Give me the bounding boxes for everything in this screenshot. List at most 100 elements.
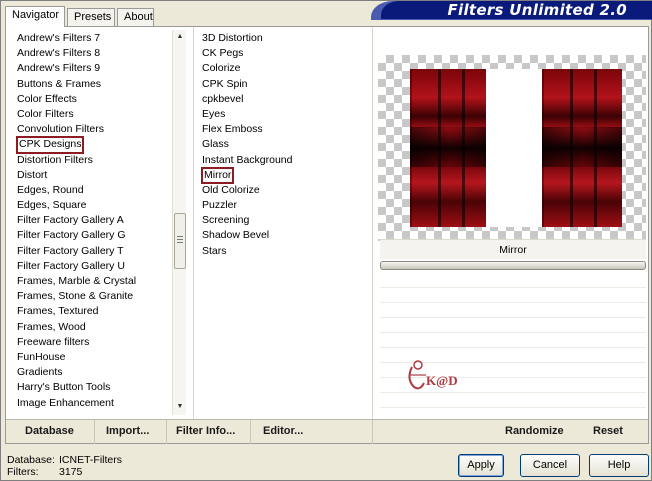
filter-item-label: Flex Emboss — [202, 123, 263, 136]
category-item-label: Andrew's Filters 9 — [17, 62, 101, 75]
category-item-label: Filter Factory Gallery U — [17, 259, 125, 272]
app-title: Filters Unlimited 2.0 — [447, 1, 627, 19]
scroll-thumb[interactable] — [174, 213, 186, 269]
tab-about[interactable]: About — [117, 8, 154, 26]
filter-item[interactable]: 3D Distortion — [200, 31, 360, 46]
parameter-label: Mirror — [380, 239, 646, 259]
category-item[interactable]: FunHouse — [15, 350, 175, 365]
parameter-slider[interactable] — [380, 261, 646, 270]
filter-item[interactable]: CK Pegs — [200, 46, 360, 61]
cancel-button[interactable]: Cancel — [520, 454, 580, 477]
category-item-label: Filter Factory Gallery A — [17, 214, 124, 227]
category-item-label: Frames, Stone & Granite — [17, 290, 134, 303]
randomize-button[interactable]: Randomize — [505, 425, 564, 437]
category-item[interactable]: Andrew's Filters 9 — [15, 61, 175, 76]
filters-unlimited-window: Filters Unlimited 2.0 Navigator Presets … — [0, 0, 652, 481]
category-list[interactable]: Andrew's Filters 7 Andrew's Filters 8 Andr… — [15, 31, 175, 409]
parameter-list — [380, 273, 646, 419]
category-item[interactable]: Frames, Marble & Crystal — [15, 274, 175, 289]
category-item[interactable]: Color Filters — [15, 107, 175, 122]
category-item[interactable]: Frames, Wood — [15, 320, 175, 335]
navigator-panel: Andrew's Filters 7 Andrew's Filters 8 Andr… — [5, 26, 649, 444]
tab-presets[interactable]: Presets — [67, 8, 115, 26]
database-value: ICNET-Filters — [59, 454, 122, 466]
filter-item-label: Mirror — [200, 166, 235, 184]
kad-logo-icon: K@D — [408, 360, 458, 390]
filter-item[interactable]: Glass — [200, 137, 360, 152]
category-item[interactable]: Filter Factory Gallery A — [15, 213, 175, 228]
filter-item-label: cpkbevel — [202, 92, 244, 105]
category-item[interactable]: Convolution Filters — [15, 122, 175, 137]
preview-image — [378, 55, 646, 241]
category-scrollbar[interactable]: ▲ ▼ — [172, 30, 186, 415]
category-item-label: Image Enhancement — [17, 396, 114, 409]
category-item[interactable]: Color Effects — [15, 92, 175, 107]
category-item[interactable]: Andrew's Filters 7 — [15, 31, 175, 46]
import-button[interactable]: Import... — [106, 425, 149, 437]
category-item-label: Convolution Filters — [17, 123, 104, 136]
apply-button[interactable]: Apply — [458, 454, 504, 477]
category-item-label: Filter Factory Gallery T — [17, 244, 124, 257]
category-item[interactable]: Image Enhancement — [15, 396, 175, 410]
category-item[interactable]: Edges, Round — [15, 183, 175, 198]
help-button[interactable]: Help — [589, 454, 649, 477]
logo-text: K@D — [426, 373, 458, 388]
filter-item[interactable]: Stars — [200, 244, 360, 259]
toolbar-separator — [94, 420, 95, 444]
category-item[interactable]: Frames, Stone & Granite — [15, 289, 175, 304]
filter-item[interactable]: Eyes — [200, 107, 360, 122]
filter-item-label: Shadow Bevel — [202, 229, 270, 242]
filter-item[interactable]: Instant Background — [200, 153, 360, 168]
filter-list[interactable]: 3D Distortion CK Pegs Colorize CPK Spin cpkb… — [200, 31, 360, 259]
toolbar-separator — [372, 420, 373, 444]
database-button[interactable]: Database — [25, 425, 74, 437]
editor-button[interactable]: Editor... — [263, 425, 303, 437]
category-item-label: Color Filters — [17, 107, 74, 120]
filter-item[interactable]: cpkbevel — [200, 92, 360, 107]
filter-info-button[interactable]: Filter Info... — [176, 425, 235, 437]
filter-item[interactable]: Screening — [200, 213, 360, 228]
filter-item-label: Screening — [202, 214, 250, 227]
category-item[interactable]: Filter Factory Gallery G — [15, 228, 175, 243]
preview-red-right — [542, 69, 622, 227]
filter-item[interactable]: Flex Emboss — [200, 122, 360, 137]
grip-icon — [177, 236, 183, 244]
category-item[interactable]: Frames, Textured — [15, 304, 175, 319]
category-item[interactable]: Gradients — [15, 365, 175, 380]
category-item[interactable]: Freeware filters — [15, 335, 175, 350]
filter-item-label: 3D Distortion — [202, 32, 263, 44]
filters-label: Filters: — [7, 466, 39, 478]
category-item[interactable]: Edges, Square — [15, 198, 175, 213]
category-item[interactable]: Andrew's Filters 8 — [15, 46, 175, 61]
filter-item[interactable]: Shadow Bevel — [200, 228, 360, 243]
filter-item-label: Colorize — [202, 62, 241, 75]
filter-item-label: CK Pegs — [202, 47, 244, 60]
pane-divider — [193, 27, 194, 419]
category-item[interactable]: Harry's Button Tools — [15, 380, 175, 395]
category-item-label: Freeware filters — [17, 335, 90, 348]
category-item[interactable]: Filter Factory Gallery U — [15, 259, 175, 274]
tab-navigator[interactable]: Navigator — [5, 6, 65, 27]
scroll-up-arrow-icon[interactable]: ▲ — [175, 32, 185, 42]
category-item[interactable]: Filter Factory Gallery T — [15, 244, 175, 259]
category-item-label: Frames, Marble & Crystal — [17, 275, 137, 287]
category-item[interactable]: Distortion Filters — [15, 153, 175, 168]
category-item-label: Edges, Square — [17, 199, 87, 212]
category-item[interactable]: Distort — [15, 168, 175, 183]
toolbar-separator — [250, 420, 251, 444]
filter-item-selected[interactable]: Mirror — [200, 166, 360, 184]
category-item[interactable]: Buttons & Frames — [15, 77, 175, 92]
filter-item[interactable]: Old Colorize — [200, 183, 360, 198]
reset-button[interactable]: Reset — [593, 425, 623, 437]
category-item-selected[interactable]: CPK Designs — [15, 136, 175, 154]
category-item-label: Frames, Wood — [17, 320, 86, 333]
title-banner: Filters Unlimited 2.0 — [381, 1, 652, 19]
filter-item-label: Eyes — [202, 107, 226, 120]
filter-item[interactable]: CPK Spin — [200, 77, 360, 92]
filter-item[interactable]: Puzzler — [200, 198, 360, 213]
scroll-down-arrow-icon[interactable]: ▼ — [175, 402, 185, 412]
category-item-label: FunHouse — [17, 350, 66, 363]
preview-red-left — [410, 69, 490, 227]
category-item-label: Gradients — [17, 366, 63, 379]
filter-item[interactable]: Colorize — [200, 61, 360, 76]
